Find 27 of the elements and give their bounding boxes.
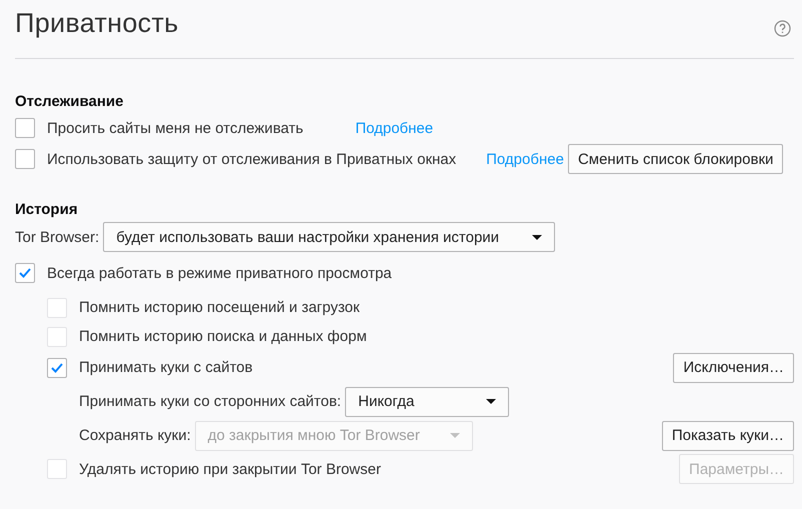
checkmark-icon [19, 268, 31, 278]
checkbox[interactable] [15, 149, 35, 169]
dialog-button[interactable]: Исключения… [673, 352, 794, 382]
checkbox[interactable] [15, 263, 35, 283]
checkmark-icon [51, 362, 63, 372]
checkbox-label: Помнить историю посещений и загрузок [79, 299, 360, 316]
caret-icon [486, 399, 496, 404]
checkbox-label: Удалять историю при закрытии Tor Browser [79, 460, 381, 478]
select-label: Принимать куки со сторонних сайтов: [79, 393, 342, 410]
page-title: Приватность [15, 8, 178, 39]
dropdown[interactable]: будет использовать ваши настройки хранения истории [103, 222, 556, 252]
checkbox-label: Помнить историю поиска и данных форм [79, 328, 367, 345]
select-label: Сохранять куки: [79, 427, 191, 444]
caret-icon [532, 234, 542, 240]
help-icon[interactable] [774, 20, 791, 37]
checkbox-label: Использовать защиту от отслеживания в Приватных окнах [47, 150, 456, 168]
select-label: Tor Browser: [15, 228, 100, 246]
checkbox-label: Просить сайты меня не отслеживать [47, 120, 304, 136]
section-heading: Отслеживание [15, 92, 124, 112]
dropdown[interactable]: Никогда [345, 386, 510, 416]
checkbox-label: Всегда работать в режиме приватного просмотра [47, 264, 392, 282]
section-heading: История [15, 200, 79, 220]
checkbox[interactable] [47, 358, 67, 378]
checkbox[interactable] [15, 118, 35, 138]
change-blocklist-button[interactable]: Сменить список блокировки [568, 144, 784, 174]
caret-icon [450, 433, 460, 438]
checkbox-label: Принимать куки с сайтов [79, 359, 253, 376]
